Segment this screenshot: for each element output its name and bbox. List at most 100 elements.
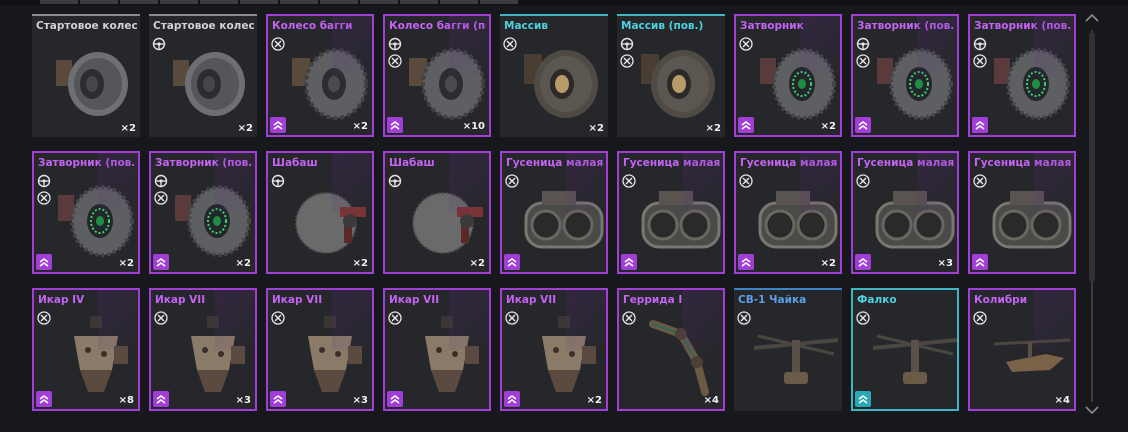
- item-image: [522, 177, 606, 261]
- item-stat-icons: [154, 173, 170, 207]
- item-count: ×2: [120, 123, 136, 134]
- top-tab[interactable]: [320, 0, 358, 4]
- item-image: [990, 177, 1074, 261]
- item-stat-icons: [737, 310, 753, 327]
- item-card[interactable]: Колесо багги (пов.) ×10: [383, 14, 491, 137]
- item-card[interactable]: Гусеница малая: [500, 151, 608, 274]
- steering-icon: [154, 173, 168, 188]
- item-card[interactable]: Стартовое колесо (пов.) ×2: [149, 14, 257, 137]
- top-tab[interactable]: [280, 0, 318, 4]
- wrench-icon: [856, 53, 870, 68]
- item-card[interactable]: Затворник (пов.): [968, 14, 1076, 137]
- scrollbar[interactable]: [1081, 12, 1103, 420]
- item-card[interactable]: Гусеница малая: [968, 151, 1076, 274]
- steering-icon: [388, 36, 402, 51]
- item-name: Колибри: [974, 294, 1028, 306]
- item-count: ×3: [235, 395, 251, 406]
- item-card[interactable]: Геррида I ×4: [617, 288, 725, 411]
- item-card[interactable]: Колесо багги ×2: [266, 14, 374, 137]
- scroll-up-icon[interactable]: [1084, 12, 1100, 24]
- upgrade-chevron-icon: [855, 254, 871, 270]
- item-card[interactable]: Икар VII ×3: [266, 288, 374, 411]
- item-card[interactable]: Затворник (пов.) ×2: [149, 151, 257, 274]
- item-image: [520, 40, 604, 124]
- scroll-down-icon[interactable]: [1084, 404, 1100, 416]
- item-card[interactable]: Икар VII: [383, 288, 491, 411]
- top-tab[interactable]: [400, 0, 438, 4]
- item-card[interactable]: Гусеница малая ×2: [734, 151, 842, 274]
- upgrade-chevron-icon: [972, 117, 988, 133]
- wrench-icon: [973, 173, 987, 188]
- item-name: Шабаш: [272, 157, 318, 169]
- item-image: [169, 40, 253, 124]
- upgrade-chevron-icon: [855, 391, 871, 407]
- wrench-icon: [271, 36, 285, 51]
- item-name: Фалко: [857, 294, 897, 306]
- item-name: Гусеница малая: [857, 157, 954, 169]
- item-image: [990, 40, 1074, 124]
- top-tab[interactable]: [120, 0, 158, 4]
- top-tab[interactable]: [40, 0, 78, 4]
- item-count: ×2: [118, 258, 134, 269]
- item-count: ×4: [1054, 395, 1070, 406]
- top-tab[interactable]: [240, 0, 278, 4]
- item-name: Гусеница малая: [623, 157, 720, 169]
- top-tab[interactable]: [480, 0, 518, 4]
- item-image: [990, 314, 1074, 398]
- item-card[interactable]: Массив (пов.) ×2: [617, 14, 725, 137]
- item-card[interactable]: Колибри ×4: [968, 288, 1076, 411]
- item-card[interactable]: Затворник ×2: [734, 14, 842, 137]
- wrench-icon: [739, 173, 753, 188]
- item-name: Стартовое колесо: [36, 20, 137, 32]
- wrench-icon: [856, 173, 870, 188]
- upgrade-chevron-icon: [504, 254, 520, 270]
- item-card[interactable]: Фалко: [851, 288, 959, 411]
- item-stat-icons: [388, 173, 404, 190]
- item-name: Гусеница малая: [740, 157, 837, 169]
- steering-icon: [152, 36, 166, 51]
- item-card[interactable]: Гусеница малая: [617, 151, 725, 274]
- top-tab[interactable]: [440, 0, 478, 4]
- wrench-icon: [154, 310, 168, 325]
- item-stat-icons: [503, 36, 519, 53]
- item-card[interactable]: Гусеница малая ×3: [851, 151, 959, 274]
- item-count: ×2: [705, 123, 721, 134]
- item-name: Затворник (пов.): [155, 157, 252, 169]
- top-tab[interactable]: [80, 0, 118, 4]
- item-stat-icons: [37, 310, 53, 327]
- item-count: ×2: [235, 258, 251, 269]
- upgrade-chevron-icon: [153, 254, 169, 270]
- item-image: [873, 177, 957, 261]
- item-name: Массив (пов.): [621, 20, 704, 32]
- item-card[interactable]: Массив ×2: [500, 14, 608, 137]
- steering-icon: [856, 36, 870, 51]
- item-card[interactable]: Стартовое колесо ×2: [32, 14, 140, 137]
- item-image: [639, 177, 723, 261]
- item-card[interactable]: Шабаш ×2: [383, 151, 491, 274]
- top-tab[interactable]: [200, 0, 238, 4]
- item-stat-icons: [620, 36, 636, 70]
- item-card[interactable]: Икар VII ×2: [500, 288, 608, 411]
- wrench-icon: [856, 310, 870, 325]
- wrench-icon: [737, 310, 751, 325]
- scroll-thumb[interactable]: [1089, 32, 1095, 282]
- item-name: Затворник: [740, 20, 804, 32]
- wrench-icon: [739, 36, 753, 51]
- item-count: ×3: [352, 395, 368, 406]
- item-card[interactable]: Икар IV ×8: [32, 288, 140, 411]
- item-card[interactable]: Затворник (пов.) ×2: [32, 151, 140, 274]
- item-card[interactable]: Затворник (пов.): [851, 14, 959, 137]
- item-card[interactable]: Шабаш ×2: [266, 151, 374, 274]
- item-image: [756, 40, 840, 124]
- item-image: [54, 314, 138, 398]
- item-image: [171, 314, 255, 398]
- steering-icon: [271, 173, 285, 188]
- top-tab[interactable]: [360, 0, 398, 4]
- item-card[interactable]: Икар VII ×3: [149, 288, 257, 411]
- upgrade-chevron-icon: [855, 117, 871, 133]
- item-count: ×2: [820, 121, 836, 132]
- item-name: Геррида I: [623, 294, 683, 306]
- upgrade-chevron-icon: [153, 391, 169, 407]
- top-tab[interactable]: [160, 0, 198, 4]
- item-card[interactable]: СВ-1 Чайка: [734, 288, 842, 411]
